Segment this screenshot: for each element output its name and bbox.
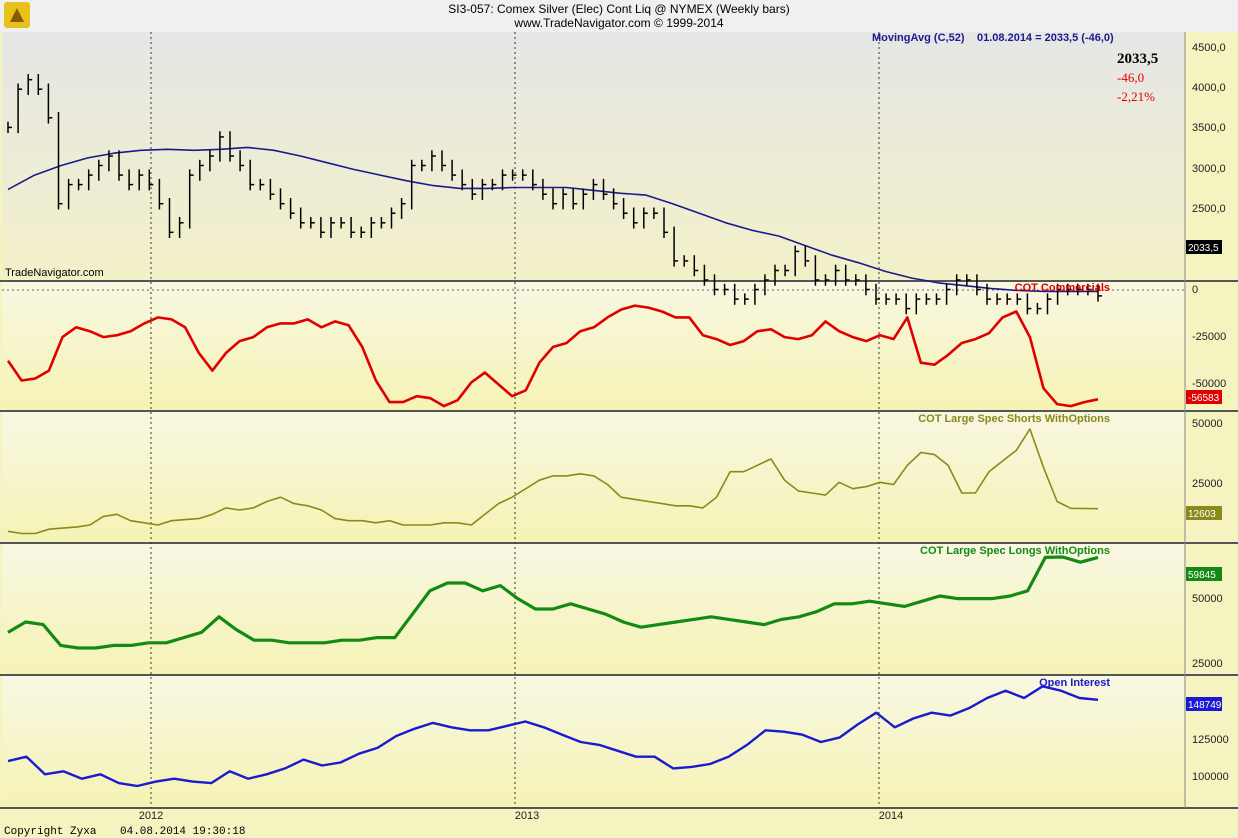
footer-timestamp: 04.08.2014 19:30:18 <box>120 826 245 838</box>
oi-legend: Open Interest <box>1039 677 1110 689</box>
chart-canvas: SI3-057: Comex Silver (Elec) Cont Liq @ … <box>0 0 1238 838</box>
oi-last-box: 148749 <box>1186 697 1222 711</box>
last-price: 2033,5 <box>1117 51 1158 67</box>
commercials-legend: COT Commercials <box>1015 282 1110 294</box>
ma-readout: 01.08.2014 = 2033,5 (-46,0) <box>977 32 1114 44</box>
shorts-panel <box>2 412 1184 542</box>
commercials-last-box: -56583 <box>1186 390 1222 404</box>
chart-subtitle: www.TradeNavigator.com © 1999-2014 <box>513 16 723 30</box>
shorts-tick: 25000 <box>1192 478 1223 490</box>
oi-last-box-text: 148749 <box>1188 700 1222 711</box>
commercials-last-box-text: -56583 <box>1188 393 1220 404</box>
commercials-tick: -50000 <box>1192 378 1226 390</box>
open-interest-panel <box>2 676 1184 808</box>
price-tick: 3500,0 <box>1192 122 1226 134</box>
price-tick: 2500,0 <box>1192 203 1226 215</box>
last-change-pct: -2,21% <box>1117 89 1155 104</box>
longs-legend: COT Large Spec Longs WithOptions <box>920 545 1110 557</box>
x-tick: 2012 <box>139 810 163 822</box>
oi-tick: 125000 <box>1192 734 1229 746</box>
price-tick: 4000,0 <box>1192 82 1226 94</box>
longs-last-box-text: 59845 <box>1188 570 1216 581</box>
x-tick: 2013 <box>515 810 539 822</box>
shorts-legend: COT Large Spec Shorts WithOptions <box>918 413 1110 425</box>
oi-tick: 100000 <box>1192 771 1229 783</box>
price-last-box: 2033,5 <box>1186 240 1222 254</box>
x-tick: 2014 <box>879 810 903 822</box>
price-panel <box>2 32 1184 280</box>
commercials-tick: 0 <box>1192 284 1198 296</box>
longs-tick: 50000 <box>1192 593 1223 605</box>
price-tick: 3000,0 <box>1192 163 1226 175</box>
shorts-last-box-text: 12603 <box>1188 509 1216 520</box>
longs-tick: 25000 <box>1192 658 1223 670</box>
watermark: TradeNavigator.com <box>5 267 104 279</box>
price-tick: 4500,0 <box>1192 42 1226 54</box>
price-last-box-text: 2033,5 <box>1188 243 1219 254</box>
logo-icon <box>4 2 30 28</box>
commercials-tick: -25000 <box>1192 331 1226 343</box>
footer-copyright: Copyright Zyxa <box>4 826 97 838</box>
shorts-tick: 50000 <box>1192 418 1223 430</box>
longs-last-box: 59845 <box>1186 567 1222 581</box>
ma-legend: MovingAvg (C,52) <box>872 32 965 44</box>
last-change: -46,0 <box>1117 70 1144 85</box>
shorts-last-box: 12603 <box>1186 506 1222 520</box>
chart-title: SI3-057: Comex Silver (Elec) Cont Liq @ … <box>448 2 789 16</box>
